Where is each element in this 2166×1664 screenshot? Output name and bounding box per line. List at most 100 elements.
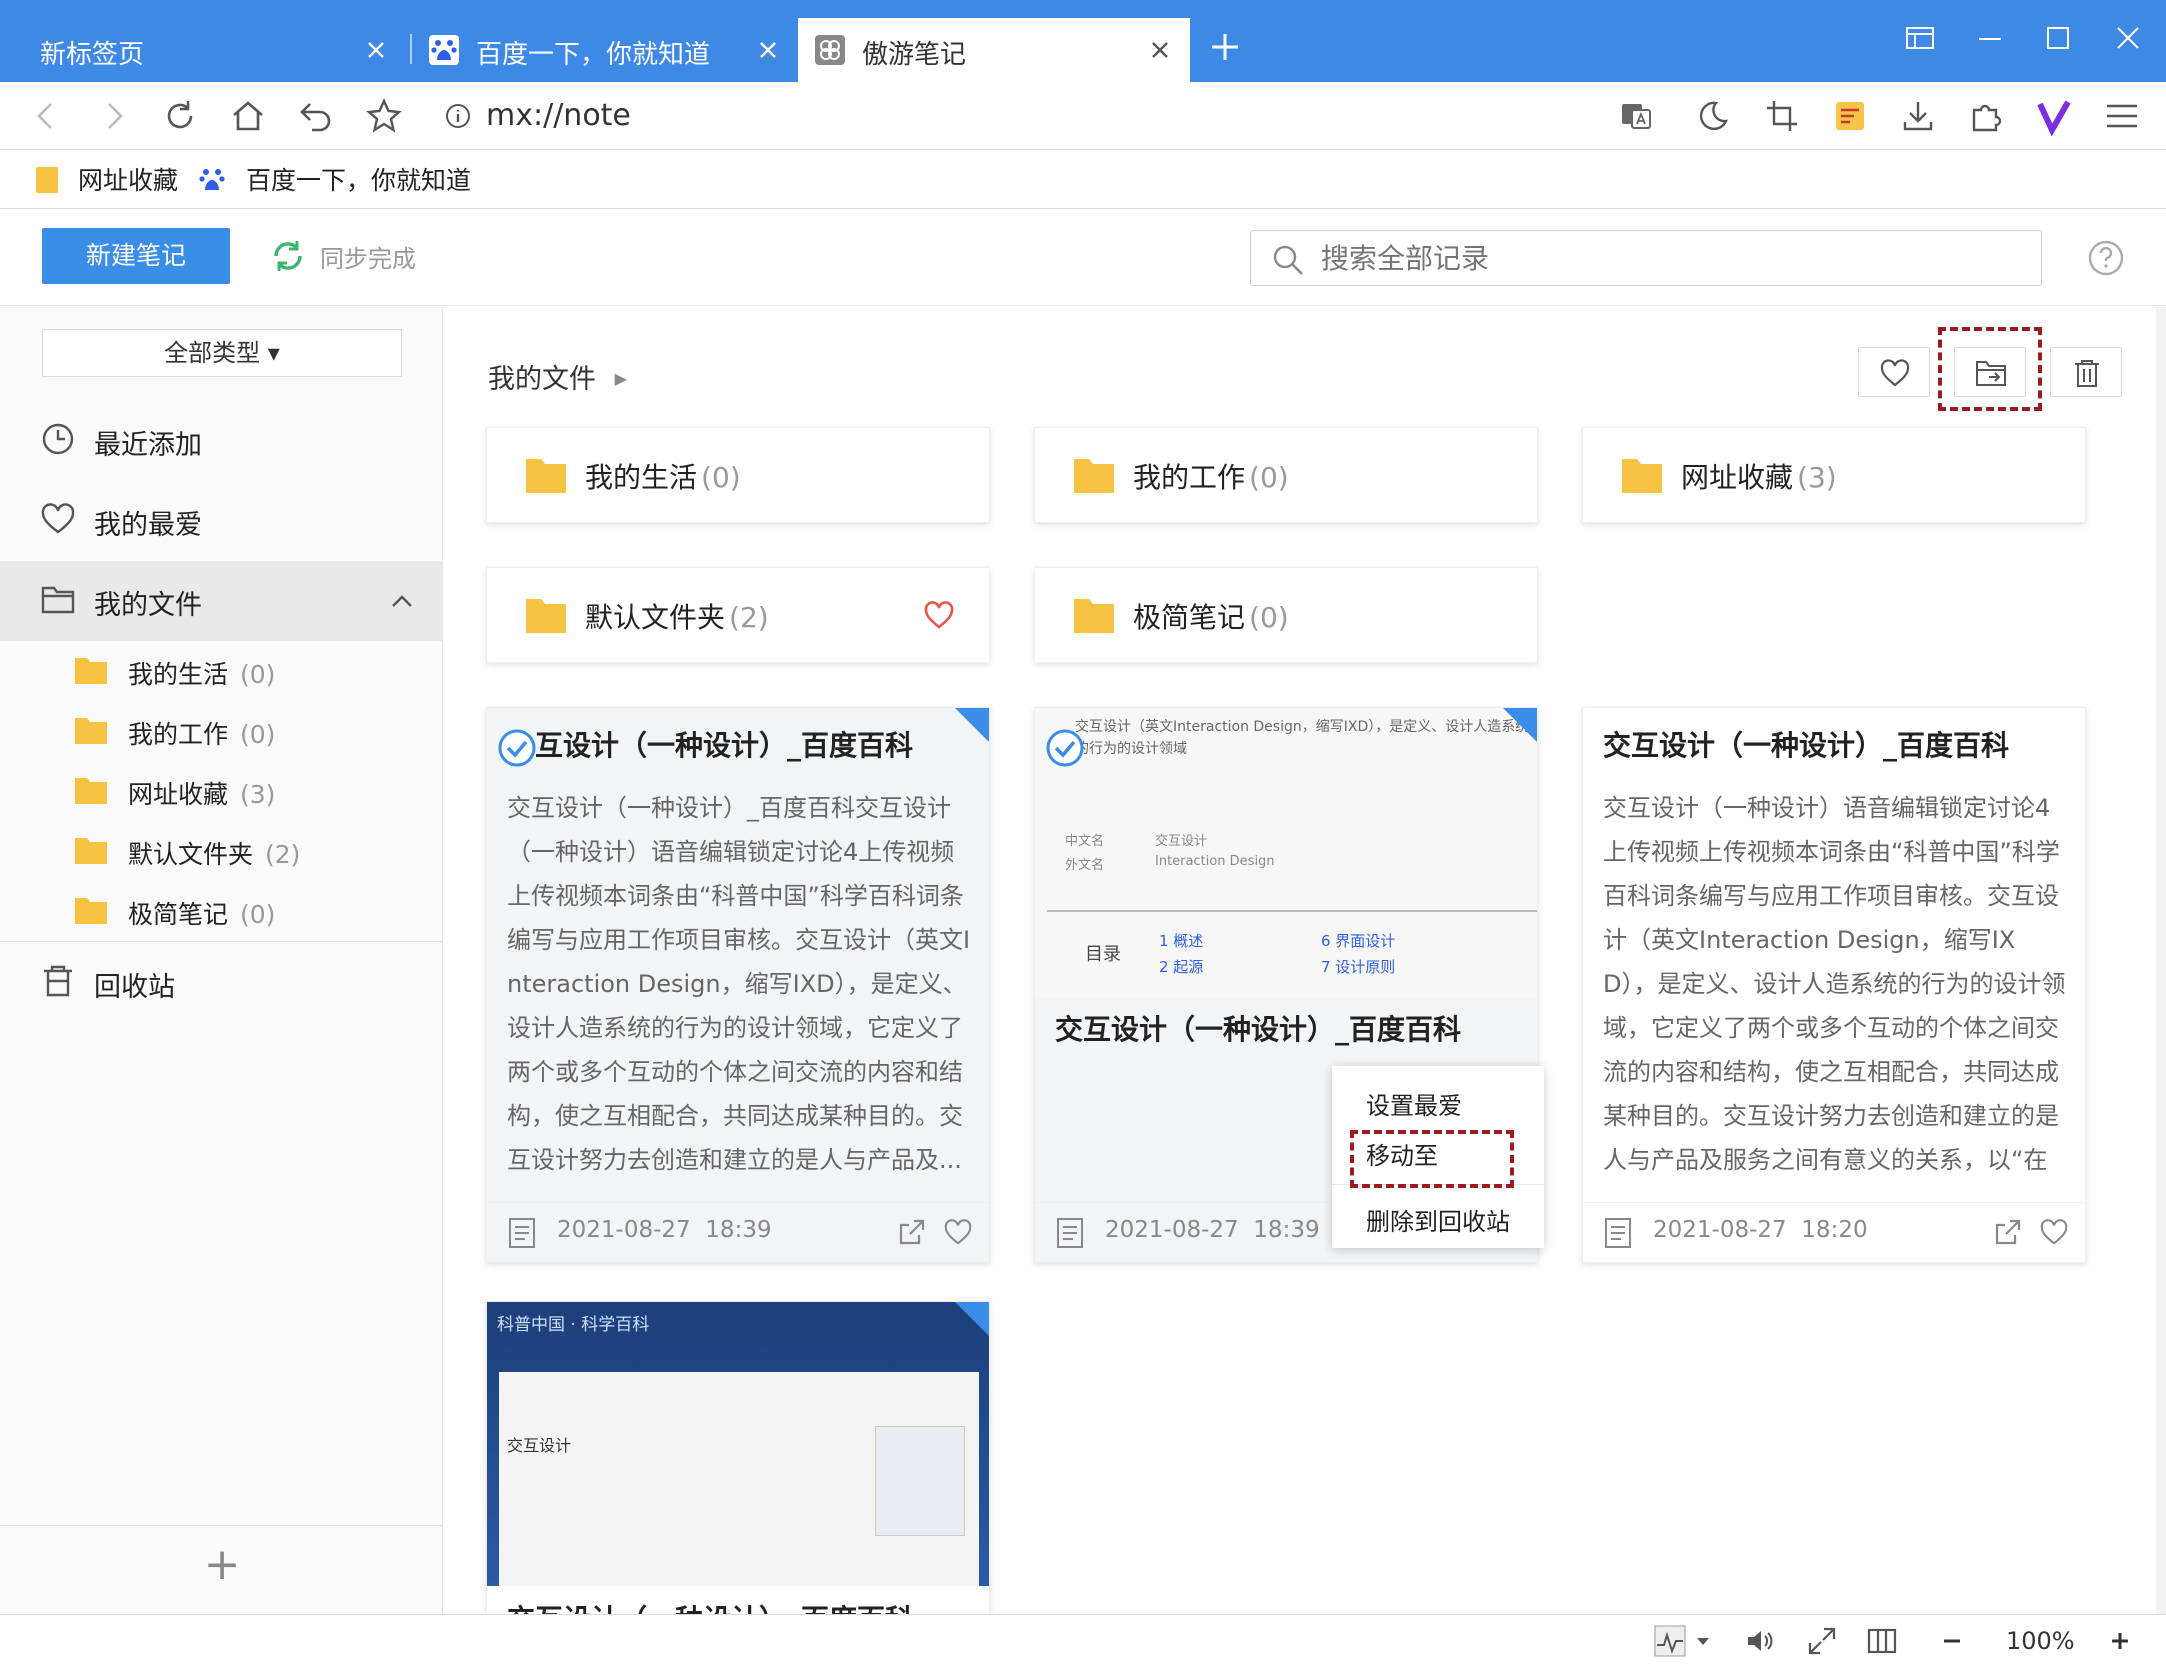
split-view-icon[interactable] (1866, 1625, 1898, 1657)
download-icon[interactable] (1898, 96, 1938, 136)
tab-baidu[interactable]: 百度一下，你就知道 (412, 18, 796, 82)
speaker-icon[interactable] (1744, 1625, 1776, 1657)
thumbnail-text: Interaction Design (1155, 854, 1275, 869)
checkmark-icon[interactable] (1045, 728, 1085, 768)
breadcrumb[interactable]: 我的文件 ▶ (488, 357, 627, 396)
note-time: 18:39 (1253, 1217, 1320, 1243)
night-mode-icon[interactable] (1692, 96, 1732, 136)
share-icon[interactable] (1993, 1217, 2023, 1247)
folder-card[interactable]: 我的生活 (0) (486, 427, 990, 523)
thumbnail-text: 6 界面设计 (1321, 932, 1396, 950)
close-icon[interactable] (1146, 36, 1174, 64)
note-thumbnail: 交互设计（英文Interaction Design，缩写IXD），是定义、设计人… (1035, 708, 1537, 998)
checkmark-icon[interactable] (497, 728, 537, 768)
undo-close-icon[interactable] (296, 96, 336, 136)
type-filter-select[interactable]: 全部类型 ▾ (42, 329, 402, 377)
sidebar-folder-item[interactable]: 我的生活 (0) (0, 641, 443, 701)
thumbnail-divider (1047, 910, 1537, 912)
sidebar-item-trash[interactable]: 回收站 (0, 943, 443, 1023)
forward-icon[interactable] (94, 96, 134, 136)
sidebar-folder-item[interactable]: 默认文件夹 (2) (0, 821, 443, 881)
search-input[interactable] (1321, 231, 2021, 285)
thumbnail-image (875, 1426, 965, 1536)
translate-icon[interactable] (1616, 96, 1656, 136)
bookmark-item-baidu[interactable]: 百度一下，你就知道 (246, 163, 471, 199)
baidu-paw-icon (199, 169, 225, 190)
heart-icon[interactable] (943, 1217, 973, 1247)
sidebar-item-recent[interactable]: 最近添加 (0, 401, 443, 481)
screenshot-crop-icon[interactable] (1762, 96, 1802, 136)
window-close-icon[interactable] (2108, 18, 2148, 58)
heart-filled-icon[interactable] (923, 600, 955, 630)
tab-new-tab[interactable]: 新标签页 (0, 18, 410, 82)
menu-item-delete-to-trash[interactable]: 删除到回收站 (1366, 1202, 1510, 1237)
new-note-button[interactable]: 新建笔记 (42, 228, 230, 284)
document-icon (1057, 1218, 1083, 1248)
sidebar-item-favorites[interactable]: 我的最爱 (0, 481, 443, 561)
home-icon[interactable] (228, 96, 268, 136)
note-date: 2021-08-27 (557, 1217, 691, 1243)
search-box[interactable] (1250, 230, 2042, 286)
document-icon (1605, 1218, 1631, 1248)
zoom-level[interactable]: 100% (2006, 1627, 2075, 1655)
sync-status-label: 同步完成 (320, 244, 416, 273)
folder-card[interactable]: 默认文件夹 (2) (486, 567, 990, 663)
performance-graph-icon[interactable] (1654, 1625, 1686, 1657)
note-excerpt: 交互设计（一种设计）语音编辑锁定讨论4上传视频上传视频本词条由“科普中国”科学百… (1603, 794, 2066, 1174)
folder-label: 网址收藏 (1681, 461, 1794, 494)
site-info-icon[interactable] (444, 102, 472, 130)
tab-label: 新标签页 (40, 40, 145, 70)
folder-card[interactable]: 极简笔记 (0) (1034, 567, 1538, 663)
note-card[interactable]: 交互设计（一种设计）_百度百科 交互设计（一种设计）语音编辑锁定讨论4上传视频上… (1582, 707, 2086, 1263)
notes-extension-icon[interactable] (1830, 96, 1870, 136)
menu-item-set-favorite[interactable]: 设置最爱 (1366, 1086, 1462, 1121)
sidebar-layout-icon[interactable] (1900, 18, 1940, 58)
note-excerpt: 交互设计（一种设计）_百度百科交互设计（一种设计）语音编辑锁定讨论4上传视频上传… (507, 794, 971, 1174)
minimize-icon[interactable] (1970, 18, 2010, 58)
bookmark-item-url-collection[interactable]: 网址收藏 (78, 163, 178, 199)
extensions-puzzle-icon[interactable] (1966, 96, 2006, 136)
back-icon[interactable] (26, 96, 66, 136)
share-icon[interactable] (897, 1217, 927, 1247)
folder-label: 默认文件夹 (128, 840, 254, 869)
thumbnail-text: 2 起源 (1159, 958, 1204, 976)
zoom-in-icon[interactable] (2104, 1625, 2136, 1657)
star-icon[interactable] (364, 96, 404, 136)
sidebar-folder-item[interactable]: 极简笔记 (0) (0, 881, 443, 941)
help-icon[interactable] (2086, 238, 2126, 278)
zoom-out-icon[interactable] (1936, 1625, 1968, 1657)
clock-icon (42, 423, 74, 455)
folder-card[interactable]: 我的工作 (0) (1034, 427, 1538, 523)
maximize-icon[interactable] (2038, 18, 2078, 58)
note-card[interactable]: 互设计（一种设计）_百度百科 交互设计（一种设计）_百度百科交互设计（一种设计）… (486, 707, 990, 1263)
folder-count: (2) (265, 840, 301, 869)
close-icon[interactable] (754, 36, 782, 64)
chevron-up-icon[interactable] (388, 587, 416, 615)
folder-label: 我的生活 (585, 461, 698, 494)
folder-count: (0) (240, 660, 276, 689)
upload-corner-badge (1503, 708, 1537, 742)
delete-button[interactable] (2050, 347, 2122, 397)
note-logo-icon (815, 35, 845, 65)
folder-card[interactable]: 网址收藏 (3) (1582, 427, 2086, 523)
sidebar-folder-item[interactable]: 网址收藏 (3) (0, 761, 443, 821)
folder-count: (0) (240, 720, 276, 749)
new-tab-plus-icon[interactable] (1208, 30, 1242, 64)
sync-status[interactable]: 同步完成 (270, 238, 416, 274)
scrollbar-track[interactable] (2156, 307, 2166, 1614)
heart-icon[interactable] (2039, 1217, 2069, 1247)
caret-down-icon[interactable] (1694, 1625, 1712, 1657)
add-folder-button[interactable]: + (200, 1543, 244, 1587)
note-card[interactable]: 科普中国 · 科学百科 交互设计 交互设计（一种设计）_百度百科 (486, 1301, 990, 1614)
favorite-button[interactable] (1858, 347, 1930, 397)
tab-maxthon-notes[interactable]: 傲游笔记 (798, 18, 1190, 82)
maxthon-vip-icon[interactable] (2034, 96, 2074, 136)
close-icon[interactable] (362, 36, 390, 64)
sidebar-folder-item[interactable]: 我的工作 (0) (0, 701, 443, 761)
sidebar-item-label: 我的文件 (94, 590, 202, 621)
sidebar-item-my-files[interactable]: 我的文件 (0, 561, 443, 641)
address-bar[interactable]: mx://note (486, 96, 631, 136)
menu-icon[interactable] (2102, 96, 2142, 136)
reload-icon[interactable] (160, 96, 200, 136)
fullscreen-icon[interactable] (1806, 1625, 1838, 1657)
